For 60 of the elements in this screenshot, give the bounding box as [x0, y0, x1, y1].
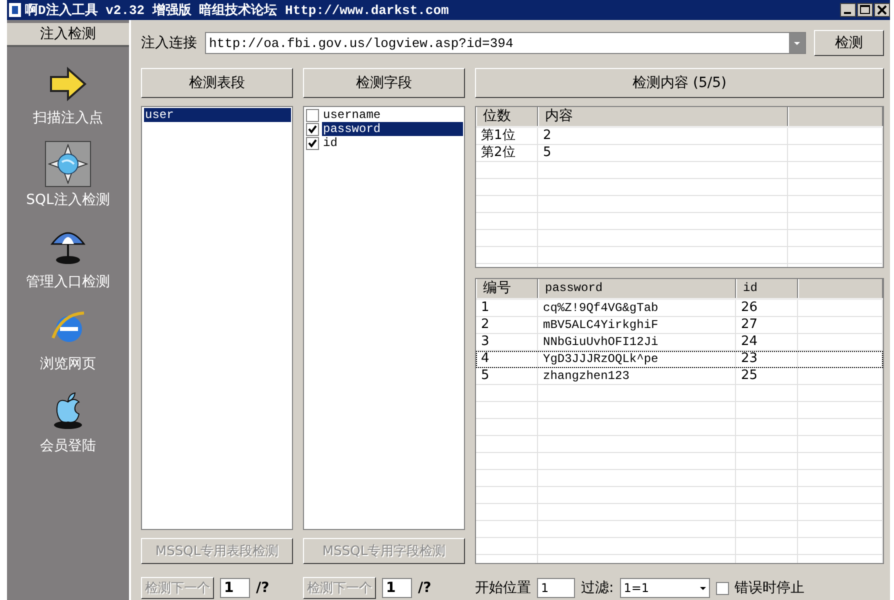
column-header[interactable]: password: [538, 279, 736, 298]
table-cell: 1: [476, 300, 538, 316]
stop-label: 错误时停止: [734, 579, 805, 597]
maximize-icon[interactable]: [857, 3, 873, 17]
table-cell: cq%Z!9Qf4VG&gTab: [538, 300, 736, 316]
app-icon: [9, 3, 21, 17]
count-field[interactable]: 1: [382, 578, 412, 598]
sidebar-item[interactable]: SQL注入检测: [26, 191, 110, 209]
total-label: /?: [418, 580, 432, 596]
checkbox[interactable]: [306, 122, 319, 136]
filter-dropdown[interactable]: 1=1: [620, 578, 710, 598]
checkbox[interactable]: [306, 108, 319, 122]
checkbox[interactable]: [716, 582, 729, 594]
list-item[interactable]: password: [322, 122, 463, 136]
globe-icon[interactable]: [48, 144, 88, 184]
section-button[interactable]: 检测字段: [303, 68, 465, 98]
start-label: 开始位置: [475, 579, 531, 597]
detect-button[interactable]: 检测: [814, 30, 884, 56]
count-field[interactable]: 1: [220, 578, 250, 598]
filter-label: 过滤:: [581, 579, 614, 597]
table-cell: NNbGiuUvhOFI12Ji: [538, 334, 736, 350]
column-header[interactable]: 编号: [476, 279, 538, 298]
table-cell: zhangzhen123: [538, 368, 736, 384]
table-cell: 26: [736, 300, 798, 316]
checkbox[interactable]: [306, 136, 319, 150]
table-cell: 第1位: [476, 128, 538, 144]
url-label: 注入连接: [141, 34, 197, 52]
start-field[interactable]: 1: [537, 578, 575, 598]
section-button[interactable]: 检测内容 (5/5): [475, 68, 884, 98]
list-item[interactable]: user: [144, 108, 291, 122]
table-cell: 25: [736, 368, 798, 384]
table-cell: YgD3JJJRzOQLk^pe: [538, 351, 736, 367]
table-cell: 3: [476, 334, 538, 350]
sidebar-item[interactable]: 会员登陆: [40, 437, 96, 455]
table-cell: 4: [476, 351, 538, 367]
column-header[interactable]: 内容: [538, 107, 788, 126]
column-header[interactable]: 位数: [476, 107, 538, 126]
table-cell: 23: [736, 351, 798, 367]
section-button[interactable]: 检测表段: [141, 68, 293, 98]
sidebar-item[interactable]: 扫描注入点: [33, 109, 103, 127]
total-label: /?: [256, 580, 270, 596]
table-cell: 5: [538, 145, 788, 161]
table-cell: 27: [736, 317, 798, 333]
arrow-icon[interactable]: [48, 66, 88, 102]
table-cell: 2: [476, 317, 538, 333]
table-cell: 第2位: [476, 145, 538, 161]
table-cell: 24: [736, 334, 798, 350]
url-field[interactable]: http://oa.fbi.gov.us/logview.asp?id=394: [205, 32, 806, 54]
sidebar-header[interactable]: 注入检测: [7, 23, 129, 47]
table-cell: mBV5ALC4YirkghiF: [538, 317, 736, 333]
table-cell: 5: [476, 368, 538, 384]
minimize-icon[interactable]: [840, 3, 856, 17]
sidebar-item[interactable]: 浏览网页: [40, 355, 96, 373]
table-cell: 2: [538, 128, 788, 144]
window-title: 啊D注入工具 v2.32 增强版 暗组技术论坛 Http://www.darkst.com: [25, 2, 449, 19]
list-item[interactable]: id: [322, 136, 463, 150]
close-icon[interactable]: [874, 3, 890, 17]
sidebar-item[interactable]: 管理入口检测: [26, 273, 110, 291]
column-header[interactable]: id: [736, 279, 798, 298]
list-item[interactable]: username: [322, 108, 463, 122]
